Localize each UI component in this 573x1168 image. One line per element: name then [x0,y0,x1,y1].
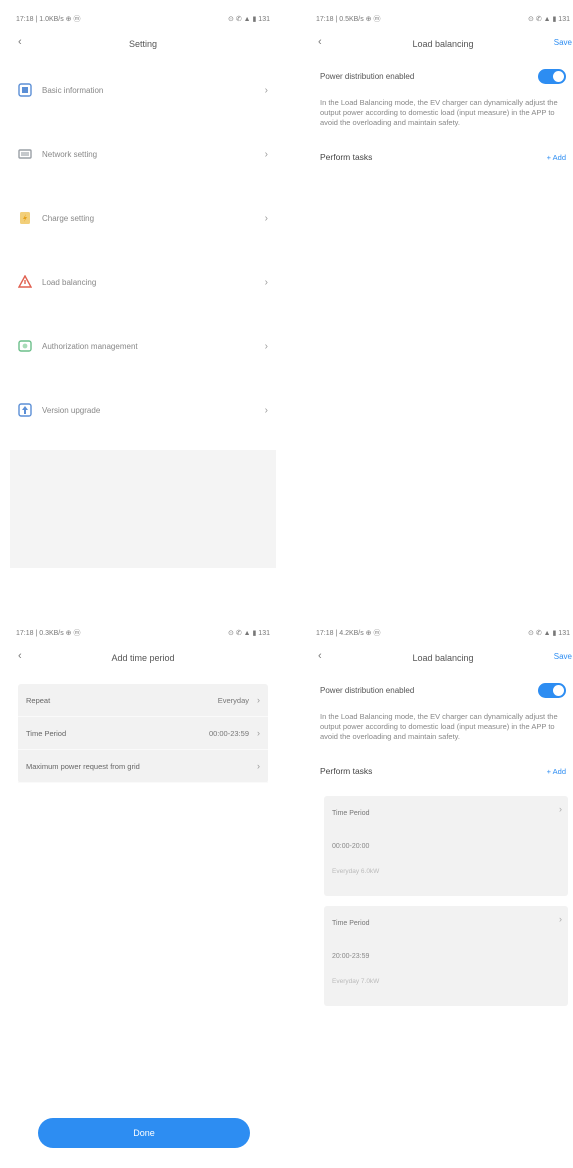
repeat-row[interactable]: Repeat Everyday › [18,684,268,717]
description-text: In the Load Balancing mode, the EV charg… [320,98,558,127]
switch-label: Power distribution enabled [320,685,415,695]
back-icon[interactable]: ‹ [18,650,22,662]
add-task-button[interactable]: + Add [547,153,566,162]
status-bar: 17:18 | 4.2KB/s ⊕ ⓜ ⊙ ✆ ▲ ▮ 131 [310,622,573,644]
page-title: Setting [128,39,158,49]
auth-icon [18,340,32,352]
perform-tasks-label: Perform tasks [320,152,373,162]
status-left: 17:18 | 0.3KB/s ⊕ ⓜ [16,630,81,637]
menu-item-charge-setting[interactable]: Charge setting › [10,186,276,250]
task-card-time: 00:00-20:00 [332,843,370,850]
empty-area [10,450,276,568]
chevron-right-icon: › [264,84,268,96]
status-right: ⊙ ✆ ▲ ▮ 131 [228,16,270,23]
status-right: ⊙ ✆ ▲ ▮ 131 [528,630,570,637]
done-button[interactable]: Done [38,1118,250,1148]
power-distribution-toggle[interactable] [538,68,566,84]
chevron-right-icon: › [257,728,260,738]
menu-item-basic-information[interactable]: Basic information › [10,58,276,122]
setting-screen: 17:18 | 1.0KB/s ⊕ ⓜ ⊙ ✆ ▲ ▮ 131 ‹ Settin… [10,8,276,568]
page-title: Load balancing [412,653,474,663]
switch-label: Power distribution enabled [320,71,415,81]
chevron-right-icon: › [559,914,562,924]
status-right: ⊙ ✆ ▲ ▮ 131 [228,630,270,637]
task-card-title: Time Period [332,810,370,817]
chevron-right-icon: › [264,148,268,160]
row-value: Everyday [217,695,249,705]
status-bar: 17:18 | 1.0KB/s ⊕ ⓜ ⊙ ✆ ▲ ▮ 131 [10,8,276,30]
menu-item-load-balancing[interactable]: Load balancing › [10,250,276,314]
task-card[interactable]: › Time Period 20:00-23:59 Everyday 7.0kW [324,906,568,1006]
power-distribution-row: Power distribution enabled [310,58,573,94]
upgrade-icon [18,403,32,417]
status-right: ⊙ ✆ ▲ ▮ 131 [528,16,570,23]
save-button[interactable]: Save [554,38,572,47]
charge-icon [20,212,30,224]
load-balancing-tasks-screen: 17:18 | 4.2KB/s ⊕ ⓜ ⊙ ✆ ▲ ▮ 131 ‹ Load b… [310,622,573,1168]
max-power-row[interactable]: Maximum power request from grid › [18,750,268,783]
row-label: Maximum power request from grid [26,761,140,771]
perform-tasks-row: Perform tasks + Add [310,142,573,172]
time-period-form: Repeat Everyday › Time Period 00:00-23:5… [18,684,268,783]
chevron-right-icon: › [264,340,268,352]
description-text: In the Load Balancing mode, the EV charg… [320,712,558,741]
row-label: Repeat [26,695,51,705]
chevron-right-icon: › [264,276,268,288]
back-icon[interactable]: ‹ [318,650,322,662]
menu-item-label: Version upgrade [42,405,101,415]
chevron-right-icon: › [264,404,268,416]
menu-item-label: Authorization management [42,341,138,351]
status-left: 17:18 | 0.5KB/s ⊕ ⓜ [316,16,381,23]
perform-tasks-row: Perform tasks + Add [310,756,573,786]
task-card-time: 20:00-23:59 [332,953,370,960]
info-icon [18,83,32,97]
status-bar: 17:18 | 0.3KB/s ⊕ ⓜ ⊙ ✆ ▲ ▮ 131 [10,622,276,644]
menu-item-label: Basic information [42,85,104,95]
task-card[interactable]: › Time Period 00:00-20:00 Everyday 6.0kW [324,796,568,896]
load-icon [18,275,32,288]
chevron-right-icon: › [257,761,260,771]
add-time-period-screen: 17:18 | 0.3KB/s ⊕ ⓜ ⊙ ✆ ▲ ▮ 131 ‹ Add ti… [10,622,276,1168]
save-button[interactable]: Save [554,652,572,661]
row-label: Time Period [26,728,67,738]
page-title: Add time period [111,653,175,663]
menu-item-label: Charge setting [42,213,95,223]
time-period-row[interactable]: Time Period 00:00-23:59 › [18,717,268,750]
menu-item-authorization-management[interactable]: Authorization management › [10,314,276,378]
menu-item-label: Load balancing [42,277,97,287]
task-card-detail: Everyday 7.0kW [332,978,380,985]
back-icon[interactable]: ‹ [18,36,22,48]
nav-bar: ‹ Load balancing Save [310,644,573,672]
status-left: 17:18 | 1.0KB/s ⊕ ⓜ [16,16,81,23]
load-balancing-screen: 17:18 | 0.5KB/s ⊕ ⓜ ⊙ ✆ ▲ ▮ 131 ‹ Load b… [310,8,573,568]
task-card-detail: Everyday 6.0kW [332,868,380,875]
menu-item-network-setting[interactable]: Network setting › [10,122,276,186]
chevron-right-icon: › [257,695,260,705]
settings-menu: Basic information › Network setting › Ch… [10,58,276,442]
chevron-right-icon: › [559,804,562,814]
nav-bar: ‹ Add time period [10,644,276,672]
status-left: 17:18 | 4.2KB/s ⊕ ⓜ [316,630,381,637]
perform-tasks-label: Perform tasks [320,766,373,776]
row-value: 00:00-23:59 [208,728,249,738]
task-card-title: Time Period [332,920,370,927]
menu-item-label: Network setting [42,149,98,159]
nav-bar: ‹ Load balancing Save [310,30,573,58]
chevron-right-icon: › [264,212,268,224]
menu-item-version-upgrade[interactable]: Version upgrade › [10,378,276,442]
power-distribution-row: Power distribution enabled [310,672,573,708]
power-distribution-toggle[interactable] [538,682,566,698]
nav-bar: ‹ Setting [10,30,276,58]
status-bar: 17:18 | 0.5KB/s ⊕ ⓜ ⊙ ✆ ▲ ▮ 131 [310,8,573,30]
page-title: Load balancing [412,39,474,49]
add-task-button[interactable]: + Add [547,767,566,776]
network-icon [18,149,32,159]
back-icon[interactable]: ‹ [318,36,322,48]
